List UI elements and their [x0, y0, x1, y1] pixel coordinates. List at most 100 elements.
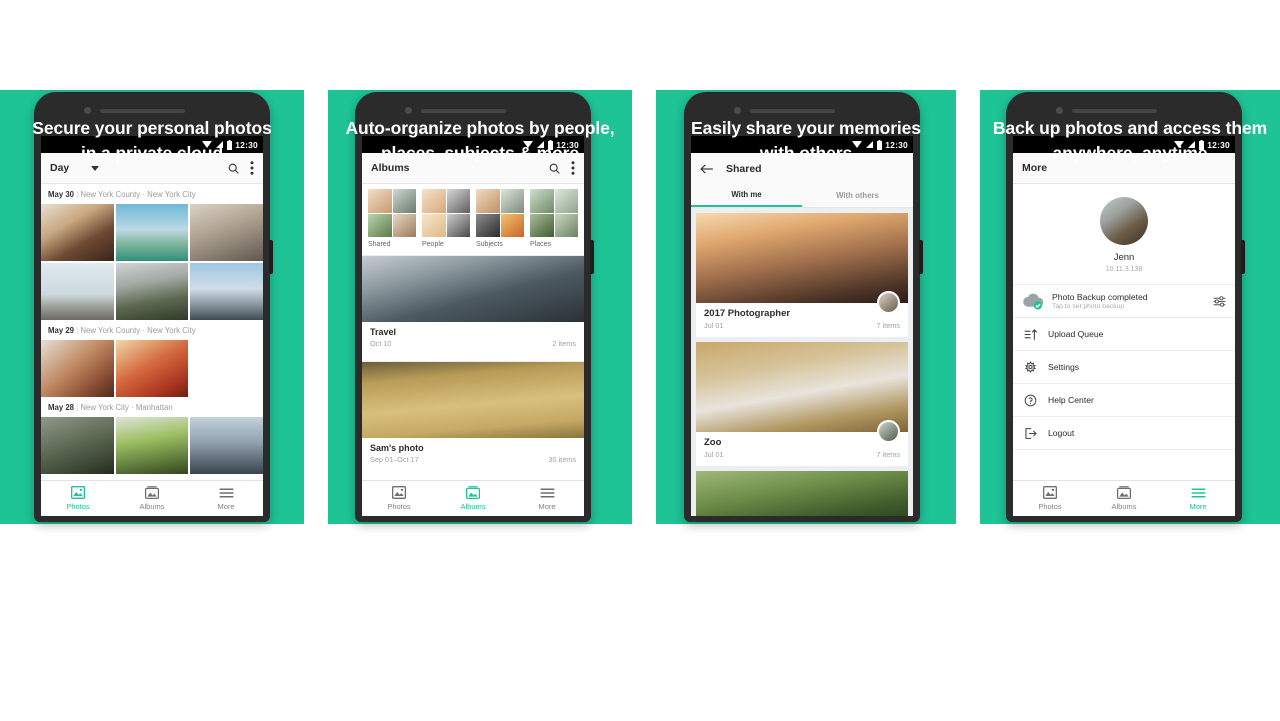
album-title: Travel — [370, 327, 397, 337]
photo-tile[interactable] — [41, 417, 114, 474]
photo-tile[interactable] — [115, 417, 189, 474]
nav-item-albums[interactable]: Albums — [115, 481, 189, 516]
album-card[interactable]: Travel Oct 10 2 items — [362, 255, 584, 354]
backup-status-row[interactable]: Photo Backup completed Tap to set photo … — [1013, 285, 1235, 318]
nav-item-albums[interactable]: Albums — [1087, 481, 1161, 516]
photos-icon — [71, 486, 85, 499]
nav-item-more[interactable]: More — [1161, 481, 1235, 516]
camera-icon — [405, 107, 412, 114]
chevron-down-icon[interactable] — [91, 165, 100, 171]
day-group-header: May 30 | New York County · New York City — [48, 190, 196, 199]
camera-icon — [84, 107, 91, 114]
bottom-nav-1: Photos Albums More — [41, 480, 263, 516]
nav-item-albums[interactable]: Albums — [436, 481, 510, 516]
speaker-grille — [100, 109, 185, 113]
photo-tile[interactable] — [190, 204, 263, 261]
album-category-row: Shared People Subjects Places — [362, 184, 584, 248]
logout-icon — [1025, 427, 1037, 439]
category-shared[interactable]: Shared — [368, 189, 416, 248]
category-subjects[interactable]: Subjects — [476, 189, 524, 248]
nav-item-more[interactable]: More — [510, 481, 584, 516]
tab-label: With others — [836, 191, 879, 200]
nav-item-photos[interactable]: Photos — [41, 481, 115, 516]
photo-tile[interactable] — [115, 340, 189, 397]
power-button[interactable] — [590, 240, 594, 274]
album-count: 2 items — [552, 339, 576, 348]
backup-title: Photo Backup completed — [1052, 292, 1148, 302]
tab-with-others[interactable]: With others — [802, 184, 913, 207]
power-button[interactable] — [269, 240, 273, 274]
tab-label: With me — [731, 190, 762, 199]
album-cover — [362, 362, 584, 438]
album-card[interactable]: Sam's photo Sep 01–Oct 17 30 items — [362, 361, 584, 470]
nav-label: More — [217, 501, 235, 511]
category-thumbnail — [422, 189, 470, 237]
shared-card[interactable] — [696, 471, 908, 516]
profile-ip: 10.11.3.138 — [1105, 266, 1143, 273]
phone-screen-2: 12:30 Albums Shared People Subjects Plac… — [362, 136, 584, 516]
panel-1-headline: Secure your personal photos in a private… — [32, 118, 272, 163]
camera-icon — [734, 107, 741, 114]
shared-cover — [696, 213, 908, 303]
photo-tile[interactable] — [41, 263, 114, 320]
power-button[interactable] — [1241, 240, 1245, 274]
help-circle-icon — [1024, 394, 1037, 406]
tab-with-me[interactable]: With me — [691, 184, 802, 207]
shared-date: Jul 01 — [704, 450, 724, 459]
phone-screen-3: 12:30 Shared With me With others 2017 Ph… — [691, 136, 913, 516]
avatar[interactable] — [1100, 197, 1148, 245]
album-count: 30 items — [548, 455, 576, 464]
profile-name: Jenn — [1113, 252, 1135, 263]
profile-header: Jenn 10.11.3.138 — [1013, 184, 1235, 285]
upload-queue-icon — [1024, 328, 1037, 340]
cloud-check-icon — [1023, 293, 1044, 310]
category-label: Subjects — [476, 241, 503, 248]
menu-item-logout[interactable]: Logout — [1013, 417, 1235, 450]
menu-item-help-center[interactable]: Help Center — [1013, 384, 1235, 417]
menu-item-upload-queue[interactable]: Upload Queue — [1013, 318, 1235, 351]
album-cover — [362, 256, 584, 322]
photo-grid — [41, 417, 263, 474]
shared-count: 7 items — [876, 450, 900, 459]
category-places[interactable]: Places — [530, 189, 578, 248]
menu-label: Upload Queue — [1048, 329, 1104, 339]
speaker-grille — [421, 109, 506, 113]
bottom-nav-2: Photos Albums More — [362, 480, 584, 516]
album-meta: Travel Oct 10 2 items — [362, 322, 584, 354]
shared-card[interactable]: Zoo Jul 01 7 items — [696, 342, 908, 466]
backup-subtitle: Tap to set photo backup — [1052, 303, 1125, 310]
avatar[interactable] — [877, 291, 900, 314]
photo-grid — [41, 340, 263, 397]
day-group-header: May 29 | New York County · New York City — [48, 326, 196, 335]
more-icon — [540, 488, 554, 497]
nav-label: Photos — [66, 502, 90, 511]
shared-cover — [696, 342, 908, 432]
photo-tile[interactable] — [190, 340, 263, 397]
photo-tile[interactable] — [41, 204, 114, 261]
nav-item-more[interactable]: More — [189, 481, 263, 516]
phone-screen-1: 12:30 Day May 30 | New York County · New… — [41, 136, 263, 516]
nav-item-photos[interactable]: Photos — [1013, 481, 1087, 516]
sliders-icon[interactable] — [1213, 295, 1226, 308]
photo-tile[interactable] — [190, 263, 263, 320]
avatar[interactable] — [877, 420, 900, 443]
menu-label: Logout — [1048, 428, 1075, 438]
photo-tile[interactable] — [115, 263, 189, 320]
photos-icon — [392, 486, 406, 499]
albums-icon — [145, 486, 159, 499]
nav-label: Photos — [1038, 502, 1062, 511]
nav-item-photos[interactable]: Photos — [362, 481, 436, 516]
album-meta: Sam's photo Sep 01–Oct 17 30 items — [362, 438, 584, 470]
photo-tile[interactable] — [190, 417, 263, 474]
category-label: Places — [530, 241, 552, 248]
photos-icon — [1043, 486, 1057, 499]
menu-item-settings[interactable]: Settings — [1013, 351, 1235, 384]
shared-tabs: With me With others — [691, 184, 913, 208]
power-button[interactable] — [919, 240, 923, 274]
category-people[interactable]: People — [422, 189, 470, 248]
shared-card[interactable]: 2017 Photographer Jul 01 7 items — [696, 213, 908, 337]
panel-4-headline: Back up photos and access them anywhere,… — [992, 118, 1268, 163]
photo-tile[interactable] — [115, 204, 189, 261]
category-thumbnail — [368, 189, 416, 237]
photo-tile[interactable] — [41, 340, 114, 397]
